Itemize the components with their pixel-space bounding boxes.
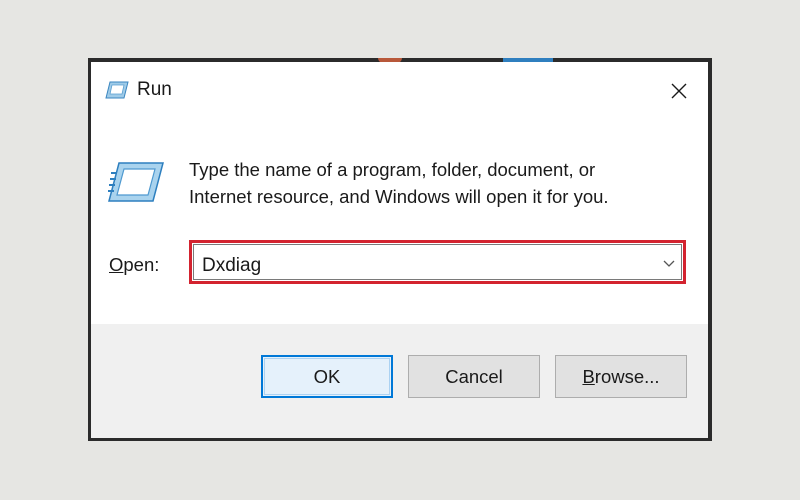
run-program-icon bbox=[107, 161, 165, 203]
window-title: Run bbox=[137, 79, 172, 100]
run-dialog: Run Type the name of a program, folder, … bbox=[91, 62, 708, 438]
browse-button-label: rowse... bbox=[594, 365, 660, 387]
open-input[interactable]: Dxdiag bbox=[202, 255, 261, 277]
description-text: Type the name of a program, folder, docu… bbox=[189, 156, 689, 210]
browse-accelerator: B bbox=[582, 365, 595, 387]
dropdown-button[interactable] bbox=[661, 255, 677, 273]
ok-focus-ring bbox=[264, 358, 390, 395]
close-icon bbox=[671, 83, 687, 99]
cancel-button-label: Cancel bbox=[445, 365, 503, 387]
chevron-down-icon bbox=[663, 260, 675, 267]
ok-button[interactable]: OK bbox=[261, 355, 393, 398]
description-line-2: Internet resource, and Windows will open… bbox=[189, 186, 609, 207]
run-icon bbox=[105, 81, 129, 99]
open-label-rest: pen: bbox=[123, 254, 160, 275]
open-combobox-highlight[interactable]: Dxdiag bbox=[189, 240, 686, 284]
open-label-accelerator: O bbox=[109, 254, 124, 275]
description-line-1: Type the name of a program, folder, docu… bbox=[189, 159, 596, 180]
open-combobox[interactable]: Dxdiag bbox=[193, 244, 682, 280]
close-button[interactable] bbox=[661, 76, 697, 106]
browse-button[interactable]: Browse... bbox=[555, 355, 687, 398]
cancel-button[interactable]: Cancel bbox=[408, 355, 540, 398]
open-label: Open: bbox=[109, 254, 159, 276]
dialog-content: Type the name of a program, folder, docu… bbox=[91, 118, 708, 324]
title-bar[interactable]: Run bbox=[91, 62, 708, 118]
